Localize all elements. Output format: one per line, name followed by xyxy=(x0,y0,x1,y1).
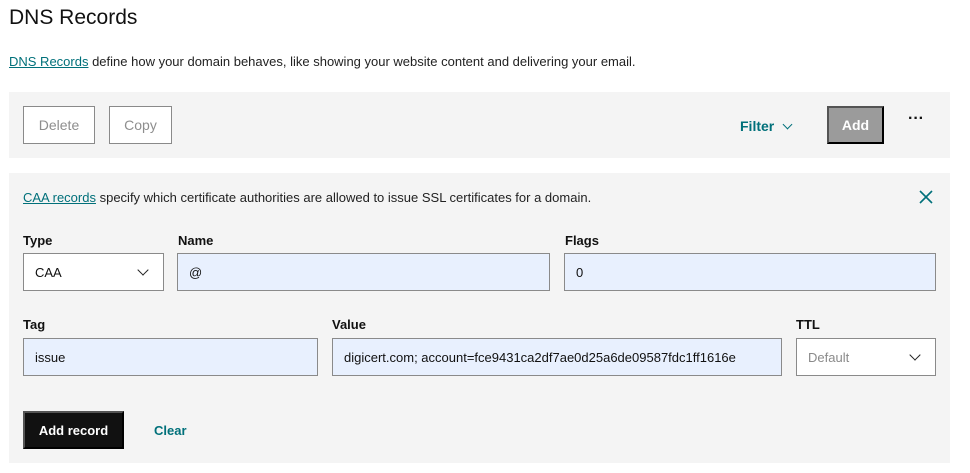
ttl-label: TTL xyxy=(796,317,820,332)
more-options-icon[interactable]: ··· xyxy=(908,110,924,128)
flags-input[interactable]: 0 xyxy=(564,253,936,291)
filter-label: Filter xyxy=(740,118,775,134)
add-button[interactable]: Add xyxy=(827,106,884,144)
chevron-down-icon xyxy=(909,348,921,361)
intro-text: DNS Records define how your domain behav… xyxy=(9,54,636,69)
value-label: Value xyxy=(332,317,366,332)
delete-button[interactable]: Delete xyxy=(23,106,95,144)
panel-info-description: specify which certificate authorities ar… xyxy=(95,190,592,205)
chevron-down-icon xyxy=(782,119,793,129)
clear-button[interactable]: Clear xyxy=(154,423,187,438)
name-input[interactable]: @ xyxy=(177,253,550,291)
filter-dropdown[interactable]: Filter xyxy=(740,118,793,134)
dns-records-link[interactable]: DNS Records xyxy=(9,54,88,69)
close-icon[interactable] xyxy=(918,189,934,205)
add-record-button[interactable]: Add record xyxy=(23,411,124,449)
chevron-down-icon xyxy=(137,263,149,276)
ttl-select[interactable]: Default xyxy=(796,338,936,376)
flags-label: Flags xyxy=(565,233,599,248)
add-record-panel: CAA records specify which certificate au… xyxy=(9,173,950,463)
type-select-value: CAA xyxy=(35,264,62,280)
caa-records-link[interactable]: CAA records xyxy=(23,190,96,205)
copy-button[interactable]: Copy xyxy=(109,106,172,144)
page-title: DNS Records xyxy=(9,6,138,29)
intro-description: define how your domain behaves, like sho… xyxy=(88,54,636,69)
ttl-select-value: Default xyxy=(808,349,850,365)
name-label: Name xyxy=(178,233,214,248)
tag-input[interactable]: issue xyxy=(23,338,318,376)
type-select[interactable]: CAA xyxy=(23,253,164,291)
value-input[interactable]: digicert.com; account=fce9431ca2df7ae0d2… xyxy=(332,338,782,376)
records-toolbar: Delete Copy Filter Add ··· xyxy=(9,92,950,158)
type-label: Type xyxy=(23,233,53,248)
panel-info-text: CAA records specify which certificate au… xyxy=(23,190,591,205)
tag-label: Tag xyxy=(23,317,46,332)
